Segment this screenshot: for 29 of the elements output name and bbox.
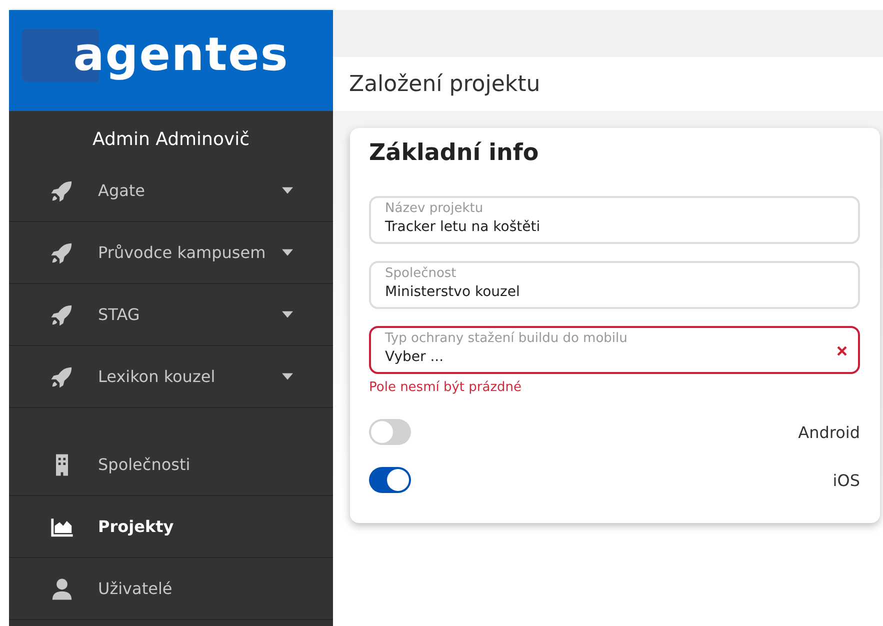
toggle-label: Android xyxy=(798,422,860,442)
rocket-icon xyxy=(50,178,74,202)
input-field[interactable]: Název projektu Tracker letu na koštěti xyxy=(369,196,860,244)
sidebar-item[interactable]: Průvodce kampusem xyxy=(9,222,333,284)
card-title: Základní info xyxy=(369,140,540,166)
user-name: Admin Adminovič xyxy=(91,128,251,152)
caret-icon xyxy=(282,187,293,194)
rocket-icon xyxy=(50,302,74,326)
caret-icon xyxy=(282,249,293,256)
sidebar-item[interactable]: Uživatelé xyxy=(9,558,333,620)
sidebar-item[interactable]: Agate xyxy=(9,160,333,222)
clear-icon[interactable] xyxy=(837,346,847,356)
caret-icon xyxy=(282,373,293,380)
input-field[interactable]: Typ ochrany stažení buildu do mobilu Vyber ... xyxy=(369,326,860,374)
error-message: Pole nesmí být prázdné xyxy=(369,380,523,395)
sidebar-item[interactable]: Společnosti xyxy=(9,434,333,496)
caret-icon xyxy=(282,311,293,318)
page-title: Založení projektu xyxy=(349,72,540,96)
sidebar-item[interactable]: Lexikon kouzel xyxy=(9,346,333,408)
toggle-label: iOS xyxy=(832,470,860,490)
rocket-icon xyxy=(50,364,74,388)
user-icon xyxy=(50,576,74,600)
toggle-switch[interactable] xyxy=(369,419,411,445)
rocket-icon xyxy=(50,240,74,264)
toggle-switch[interactable] xyxy=(369,467,411,493)
sidebar-item[interactable]: Projekty xyxy=(9,496,333,558)
sidebar-item[interactable]: STAG xyxy=(9,284,333,346)
input-field[interactable]: Společnost Ministerstvo kouzel xyxy=(369,261,860,309)
logo: agentes xyxy=(73,26,289,80)
